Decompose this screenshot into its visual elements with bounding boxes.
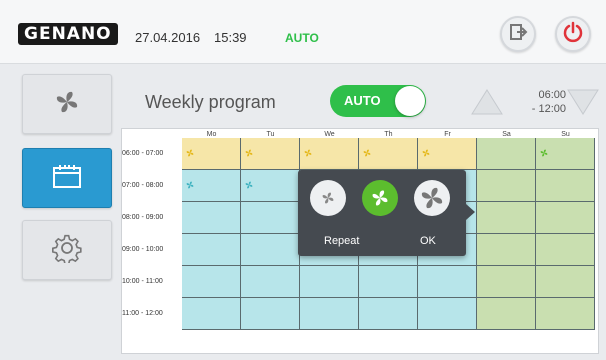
power-button[interactable] — [555, 16, 591, 52]
header-bar: GENANO 27.04.2016 15:39 AUTO — [0, 0, 606, 64]
schedule-cell[interactable] — [241, 298, 300, 330]
schedule-cell[interactable] — [241, 266, 300, 298]
schedule-cell[interactable] — [182, 234, 241, 266]
ok-button[interactable]: OK — [420, 235, 436, 247]
time-range: 06:00 - 12:00 — [518, 88, 566, 116]
time-range-start: 06:00 — [538, 89, 566, 101]
fan-level-icon — [422, 149, 430, 157]
schedule-cell[interactable] — [418, 298, 477, 330]
fan-medium-button[interactable] — [362, 180, 398, 216]
power-icon — [562, 21, 584, 48]
schedule-cell[interactable] — [477, 266, 536, 298]
repeat-button[interactable]: Repeat — [324, 235, 359, 247]
gear-icon — [51, 233, 82, 268]
schedule-cell[interactable] — [300, 266, 359, 298]
schedule-cell[interactable] — [536, 202, 595, 234]
time-slot-label: 10:00 - 11:00 — [122, 278, 163, 285]
fan-medium-icon — [372, 190, 388, 206]
schedule-cell[interactable] — [477, 138, 536, 170]
time-down-button[interactable] — [566, 88, 600, 121]
logout-icon — [508, 22, 528, 47]
auto-toggle-label: AUTO — [344, 93, 381, 108]
time-slot-label: 11:00 - 12:00 — [122, 310, 163, 317]
auto-toggle[interactable]: AUTO — [330, 85, 426, 117]
toggle-knob — [395, 86, 425, 116]
time-range-end: - 12:00 — [531, 103, 566, 115]
schedule-cell[interactable] — [300, 138, 359, 170]
schedule-cell[interactable] — [359, 298, 418, 330]
time-slot-label: 07:00 - 08:00 — [122, 182, 164, 189]
schedule-cell[interactable] — [182, 138, 241, 170]
schedule-cell[interactable] — [536, 138, 595, 170]
schedule-cell[interactable] — [418, 138, 477, 170]
schedule-cell[interactable] — [536, 266, 595, 298]
fan-level-icon — [245, 149, 253, 157]
current-date: 27.04.2016 — [135, 30, 201, 45]
fan-level-icon — [304, 149, 312, 157]
fan-high-button[interactable] — [414, 180, 450, 216]
nav-calendar-button[interactable] — [22, 148, 112, 208]
schedule-cell[interactable] — [536, 298, 595, 330]
nav-fan-button[interactable] — [22, 74, 112, 134]
triangle-down-icon — [567, 89, 599, 115]
fan-level-icon — [540, 149, 548, 157]
fan-low-button[interactable] — [310, 180, 346, 216]
genano-logo: GENANO — [18, 23, 118, 45]
logout-button[interactable] — [500, 16, 536, 52]
schedule-cell[interactable] — [182, 298, 241, 330]
popup-arrow — [466, 204, 475, 220]
schedule-cell[interactable] — [182, 266, 241, 298]
mode-status: AUTO — [285, 31, 319, 45]
fan-level-icon — [363, 149, 371, 157]
schedule-cell[interactable] — [477, 298, 536, 330]
time-up-button[interactable] — [470, 88, 504, 121]
schedule-cell[interactable] — [182, 202, 241, 234]
triangle-up-icon — [471, 89, 503, 115]
schedule-cell[interactable] — [536, 170, 595, 202]
day-header-su: Su — [561, 131, 570, 138]
fan-high-icon — [421, 187, 443, 209]
schedule-cell[interactable] — [300, 298, 359, 330]
schedule-cell[interactable] — [241, 234, 300, 266]
schedule-cell[interactable] — [477, 202, 536, 234]
day-header-we: We — [324, 131, 335, 138]
calendar-icon — [51, 162, 83, 195]
schedule-cell[interactable] — [241, 202, 300, 234]
day-header-fr: Fr — [444, 131, 451, 138]
schedule-cell[interactable] — [418, 266, 477, 298]
fan-level-icon — [186, 149, 194, 157]
page-title: Weekly program — [145, 92, 276, 112]
schedule-cell[interactable] — [477, 234, 536, 266]
time-slot-label: 09:00 - 10:00 — [122, 246, 164, 253]
schedule-cell[interactable] — [359, 138, 418, 170]
current-time: 15:39 — [214, 30, 247, 45]
day-header-th: Th — [384, 131, 393, 138]
fan-icon — [52, 87, 82, 122]
schedule-cell[interactable] — [241, 138, 300, 170]
nav-settings-button[interactable] — [22, 220, 112, 280]
fan-level-icon — [186, 181, 194, 189]
schedule-cell[interactable] — [536, 234, 595, 266]
schedule-cell[interactable] — [359, 266, 418, 298]
fan-low-icon — [322, 192, 334, 204]
day-header-tu: Tu — [266, 131, 275, 138]
fan-level-icon — [245, 181, 253, 189]
schedule-cell[interactable] — [477, 170, 536, 202]
schedule-cell[interactable] — [241, 170, 300, 202]
schedule-cell[interactable] — [182, 170, 241, 202]
time-slot-label: 06:00 - 07:00 — [122, 150, 164, 157]
time-slot-label: 08:00 - 09:00 — [122, 214, 164, 221]
day-header-sa: Sa — [502, 131, 511, 138]
day-header-mo: Mo — [206, 131, 217, 138]
